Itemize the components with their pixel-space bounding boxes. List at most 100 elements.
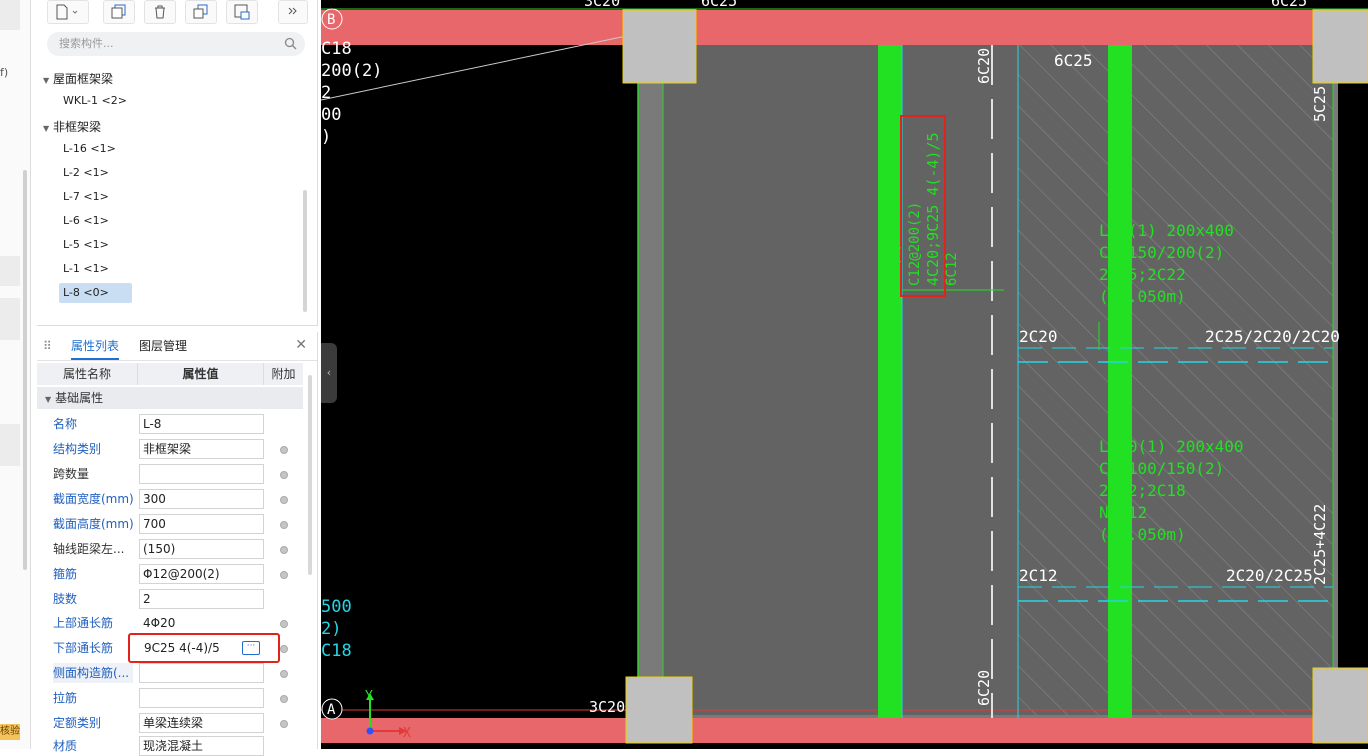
beam-a-bottom — [321, 718, 1368, 743]
tree-scrollbar[interactable] — [303, 190, 307, 312]
more-icon — [288, 7, 297, 15]
cad-label: 2C25;2C22 — [1099, 265, 1186, 284]
delete-button[interactable] — [144, 0, 176, 24]
cad-label: 2C22;2C18 — [1099, 481, 1186, 500]
prop-label-section-height: 截面高度(mm) — [53, 517, 134, 531]
expand-triangle-icon[interactable]: ▼ — [43, 124, 53, 133]
cad-drawing[interactable]: B A X Y 3C20 6C25 6C25 C18 200(2) 2 00 )… — [321, 0, 1368, 749]
tab-layer-management[interactable]: 图层管理 — [139, 332, 187, 360]
search-icon[interactable] — [284, 37, 297, 50]
hatched-slab — [1018, 45, 1333, 715]
collapse-triangle-icon[interactable]: ▼ — [45, 395, 51, 404]
tree-item[interactable]: WKL-1 <2> — [59, 91, 131, 111]
cad-label: 200(2) — [321, 61, 382, 81]
strip-block — [0, 0, 20, 30]
prop-value-material[interactable]: 现浇混凝土 — [139, 736, 264, 756]
search-box[interactable] — [47, 32, 305, 56]
rebar-strip-l8 — [878, 45, 902, 718]
prop-value-side-rebar[interactable] — [139, 663, 264, 683]
tree-group-label: 非框架梁 — [53, 120, 102, 134]
cad-canvas[interactable]: B A X Y 3C20 6C25 6C25 C18 200(2) 2 00 )… — [321, 0, 1368, 749]
tree-item[interactable]: L-1 <1> — [59, 259, 113, 279]
tree-item[interactable]: L-5 <1> — [59, 235, 113, 255]
prop-value-section-width[interactable]: 300 — [139, 489, 264, 509]
extra-checkbox[interactable] — [280, 546, 288, 554]
prop-value-span-count[interactable] — [139, 464, 264, 484]
extra-checkbox[interactable] — [280, 471, 288, 479]
extra-checkbox[interactable] — [280, 670, 288, 678]
property-scrollbar[interactable] — [308, 375, 312, 575]
tab-property-list[interactable]: 属性列表 — [71, 332, 120, 360]
prop-label-tie-bar: 拉筋 — [53, 691, 78, 705]
section-label: 基础属性 — [55, 391, 104, 405]
extra-checkbox[interactable] — [280, 521, 288, 529]
cad-label: 6C25 — [1054, 51, 1093, 70]
duplicate-button[interactable] — [185, 0, 217, 24]
strip-paren: f) — [0, 66, 9, 79]
cad-label: 6C25 — [1271, 0, 1307, 10]
chevron-left-icon: ‹ — [326, 366, 332, 379]
prop-value-section-height[interactable]: 700 — [139, 514, 264, 534]
extra-checkbox[interactable] — [280, 645, 288, 653]
prop-value-axis-offset[interactable]: (150) — [139, 539, 264, 559]
prop-value-tie-bar[interactable] — [139, 688, 264, 708]
tree-group-non-frame-beam[interactable]: ▼ 非框架梁 — [43, 118, 101, 135]
highlight-box — [128, 633, 280, 663]
prop-label-axis-offset: 轴线距梁左... — [53, 542, 125, 556]
cad-label: C8@150/200(2) — [1099, 243, 1224, 262]
duplicate-icon — [193, 4, 208, 19]
extra-checkbox[interactable] — [280, 571, 288, 579]
expand-triangle-icon[interactable]: ▼ — [43, 76, 53, 85]
drag-grip-icon[interactable]: ⠿ — [43, 339, 52, 353]
new-component-button[interactable] — [47, 0, 89, 24]
prop-label-stirrup: 箍筋 — [53, 567, 78, 581]
cad-label: C8@100/150(2) — [1099, 459, 1224, 478]
cad-label: 00 — [321, 105, 341, 125]
tree-item[interactable]: L-2 <1> — [59, 163, 113, 183]
save-floor-button[interactable] — [226, 0, 258, 24]
cad-label: 5C25 — [1311, 86, 1329, 122]
axis-a-label: A — [327, 702, 336, 718]
extra-checkbox[interactable] — [280, 720, 288, 728]
cad-label: 6C20 — [975, 670, 993, 706]
collapse-panel-button[interactable]: ‹ — [321, 343, 337, 403]
column-header-name: 属性名称 — [37, 363, 138, 385]
section-basic-props[interactable]: ▼ 基础属性 — [37, 387, 303, 409]
extra-checkbox[interactable] — [280, 496, 288, 504]
prop-value-stirrup[interactable]: Φ12@200(2) — [139, 564, 264, 584]
component-panel: ▼屋面框架梁 WKL-1 <2> ▼非框架梁 L-16 <1> L-2 <1> … — [37, 0, 318, 326]
prop-value-struct-type[interactable]: 非框架梁 — [139, 439, 264, 459]
search-input[interactable] — [57, 36, 281, 51]
left-scrollbar[interactable] — [22, 0, 28, 749]
new-icon — [56, 4, 78, 20]
copy-icon — [111, 4, 126, 19]
tree-item-selected[interactable]: L-8 <0> — [59, 283, 132, 303]
prop-value-quota-type[interactable]: 单梁连续梁 — [139, 713, 264, 733]
prop-value-legs[interactable]: 2 — [139, 589, 264, 609]
close-icon[interactable]: ✕ — [295, 337, 307, 353]
tree-item[interactable]: L-7 <1> — [59, 187, 113, 207]
extra-checkbox[interactable] — [280, 446, 288, 454]
prop-label-side-rebar: 侧面构造筋(... — [53, 663, 133, 683]
cad-label: (-0.050m) — [1099, 525, 1186, 544]
left-scroll-thumb[interactable] — [23, 170, 27, 570]
prop-label-quota-type: 定额类别 — [53, 716, 102, 730]
prop-value-name[interactable]: L-8 — [139, 414, 264, 434]
cad-label: 6C25 — [701, 0, 737, 10]
column-top-right — [1312, 9, 1368, 84]
cad-label: L-10(1) 200x400 — [1099, 437, 1244, 456]
more-button[interactable] — [278, 0, 308, 24]
tree-group-roof-frame-beam[interactable]: ▼ 屋面框架梁 — [43, 70, 113, 87]
tree-item[interactable]: L-6 <1> — [59, 211, 113, 231]
ucs-origin-icon — [366, 727, 374, 735]
extra-checkbox[interactable] — [280, 695, 288, 703]
property-tabs: ⠿ 属性列表 图层管理 ✕ — [37, 332, 317, 361]
extra-checkbox[interactable] — [280, 620, 288, 628]
cad-label: 3C20 — [589, 698, 625, 716]
strip-block — [0, 256, 20, 286]
property-panel: ⠿ 属性列表 图层管理 ✕ 属性名称 属性值 附加 ▼ 基础属性 名称 L-8 结… — [37, 332, 318, 756]
prop-value-top-rebar[interactable]: 4Φ20 — [139, 613, 264, 633]
copy-button[interactable] — [103, 0, 135, 24]
verify-tag[interactable]: 核验 — [0, 724, 20, 740]
tree-item[interactable]: L-16 <1> — [59, 139, 120, 159]
